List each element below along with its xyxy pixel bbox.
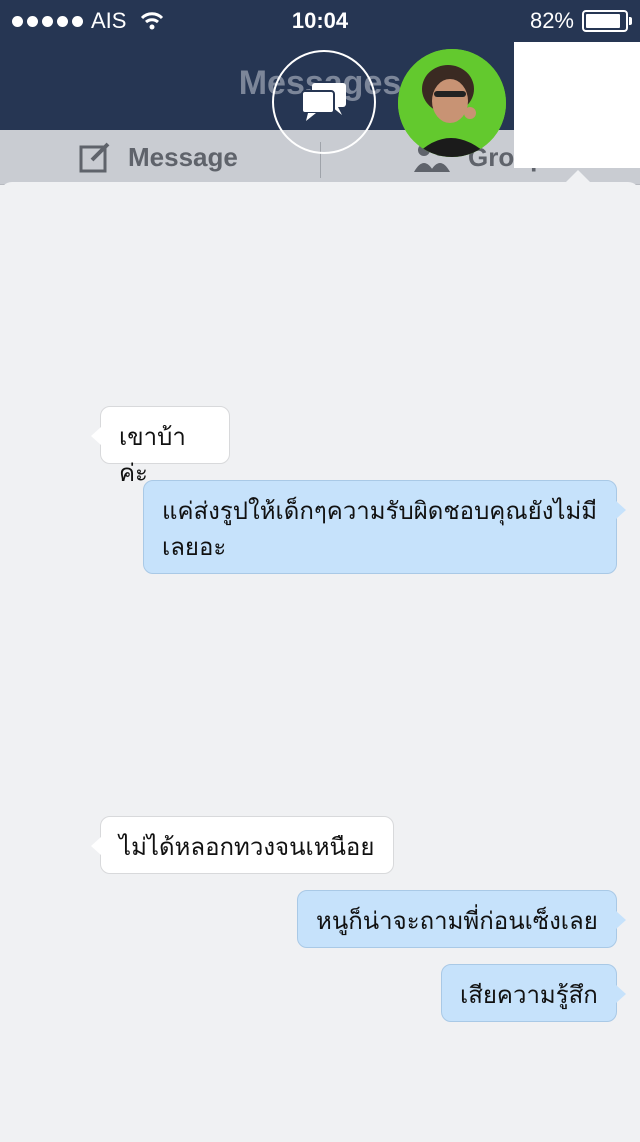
message-incoming: เขาบ้าค่ะ xyxy=(91,406,230,487)
overlay-panel xyxy=(514,42,640,168)
message-outgoing: หนูก็น่าจะถามพี่ก่อนเซ็งเลย xyxy=(297,890,626,948)
battery-icon xyxy=(582,10,632,32)
chat-head-avatar[interactable] xyxy=(398,49,506,157)
message-incoming: ไม่ได้หลอกทวงจนเหนือย xyxy=(91,816,394,874)
message-outgoing: เสียความรู้สึก xyxy=(441,964,626,1022)
message-outgoing: แค่ส่งรูปให้เด็กๆความรับผิดชอบคุณยังไม่ม… xyxy=(143,480,626,574)
chat-head-messages[interactable] xyxy=(272,50,376,154)
compose-icon xyxy=(79,142,110,173)
chat-bubbles-icon xyxy=(301,83,346,121)
tab-message[interactable]: Message xyxy=(78,130,238,184)
status-bar: AIS 10:04 82% xyxy=(0,0,640,40)
tab-message-label: Message xyxy=(128,141,238,172)
battery-percent: 82% xyxy=(529,8,574,33)
avatar xyxy=(398,49,506,157)
